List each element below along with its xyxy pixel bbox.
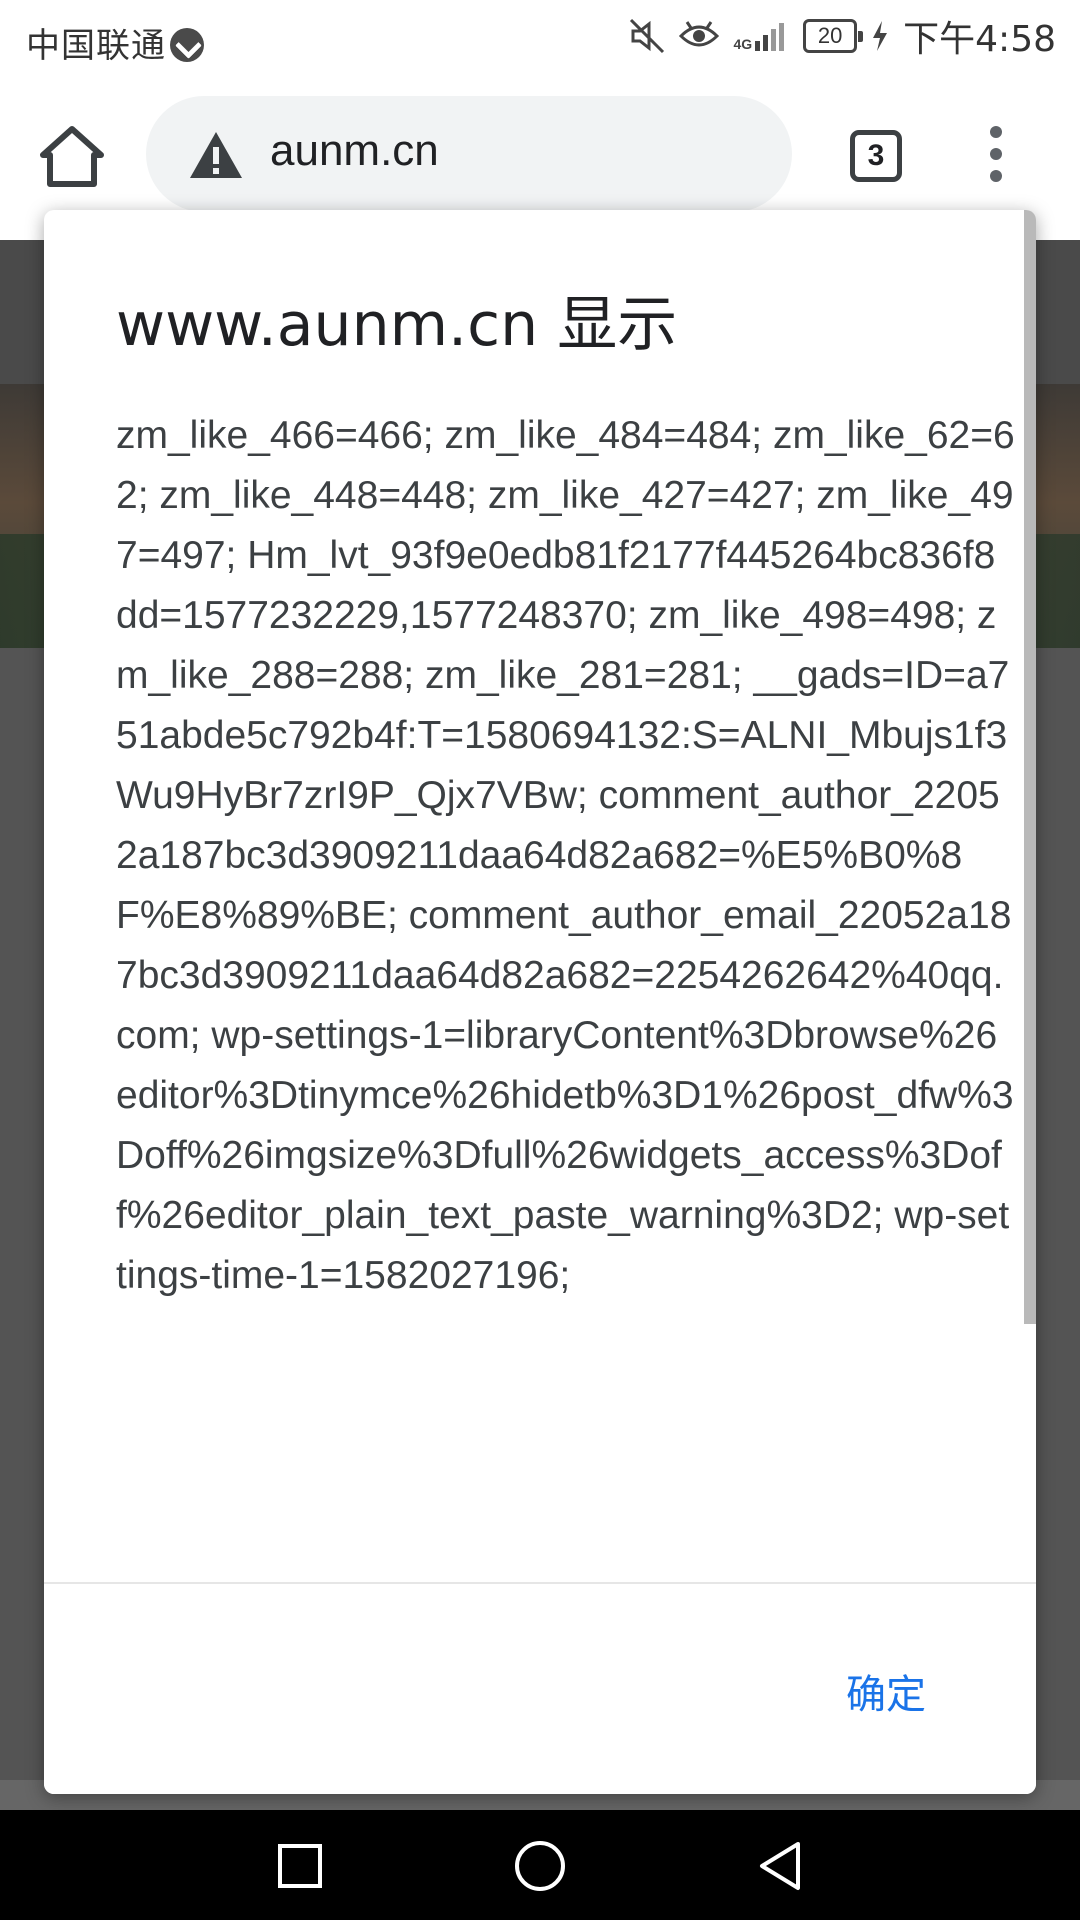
status-bar: 中国联通 4G 20 下午4:58	[0, 0, 1080, 74]
tab-switcher-icon[interactable]: 3	[850, 130, 902, 182]
charging-icon	[873, 21, 888, 51]
more-vert-icon[interactable]	[984, 126, 1008, 186]
tab-count: 3	[867, 139, 885, 172]
dialog-scrollbar[interactable]	[1024, 210, 1036, 1324]
url-text[interactable]: aunm.cn	[270, 126, 439, 176]
dialog-footer: 确定	[44, 1584, 1036, 1794]
alert-dialog: www.aunm.cn 显示 zm_like_466=466; zm_like_…	[44, 210, 1036, 1794]
battery-icon: 20	[803, 19, 864, 53]
dialog-message: zm_like_466=466; zm_like_484=484; zm_lik…	[116, 414, 1015, 1297]
signal-icon: 4G	[733, 21, 789, 51]
menu-dot	[990, 148, 1002, 160]
menu-dot	[990, 126, 1002, 138]
network-type: 4G	[733, 36, 753, 52]
dialog-title: www.aunm.cn 显示	[116, 290, 678, 360]
dialog-message-scroll[interactable]: zm_like_466=466; zm_like_484=484; zm_lik…	[116, 406, 1016, 1782]
battery-level: 20	[817, 23, 843, 48]
recents-icon[interactable]	[272, 1838, 328, 1894]
status-time: 下午4:58	[903, 19, 1056, 60]
address-bar[interactable]: aunm.cn	[146, 96, 792, 212]
home-icon[interactable]	[38, 124, 106, 188]
back-icon[interactable]	[752, 1838, 808, 1894]
ok-button[interactable]: 确定	[846, 1662, 926, 1720]
home-circle-icon[interactable]	[512, 1838, 568, 1894]
eye-comfort-icon	[679, 21, 720, 47]
carrier-label: 中国联通	[26, 18, 204, 67]
system-nav-bar	[0, 1810, 1080, 1920]
carrier-badge-icon	[170, 28, 204, 62]
mute-icon	[630, 18, 665, 54]
carrier-name: 中国联通	[26, 26, 166, 66]
menu-dot	[990, 170, 1002, 182]
status-indicators: 4G 20 下午4:58	[629, 14, 1056, 60]
not-secure-warning-icon[interactable]	[188, 130, 244, 180]
